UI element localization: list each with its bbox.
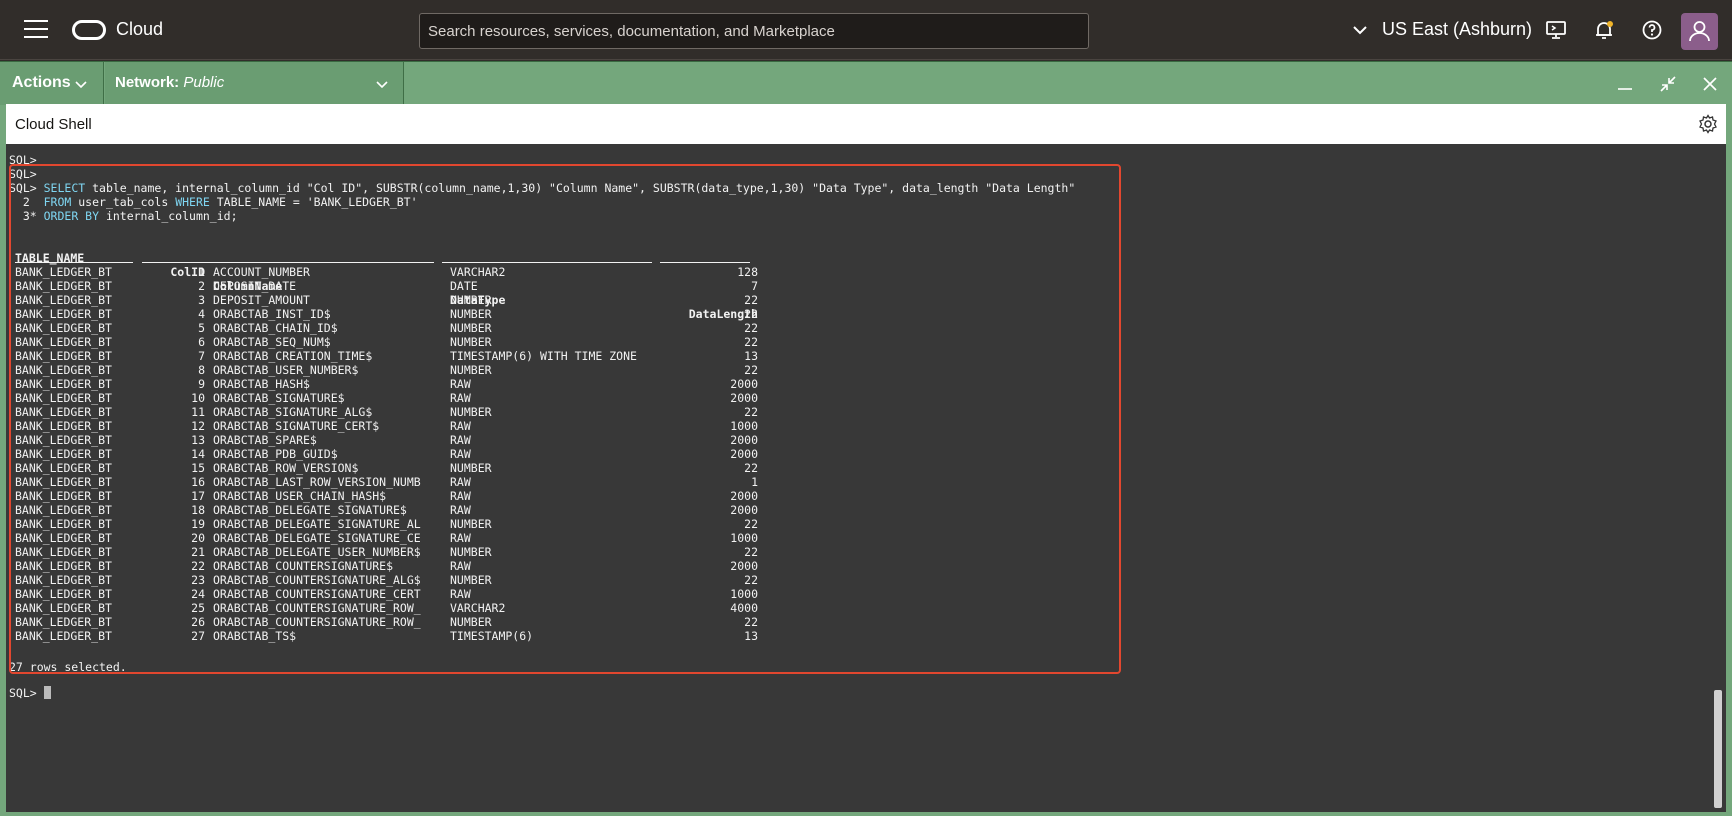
network-selector[interactable]: Network: Public xyxy=(105,62,404,105)
chevron-down-icon[interactable] xyxy=(1352,22,1368,38)
prompt: SQL> xyxy=(9,686,44,700)
network-value: Public xyxy=(183,74,225,91)
cloud-shell-icon[interactable] xyxy=(1545,19,1567,41)
brand-name[interactable]: Cloud xyxy=(116,19,163,40)
terminal-scrollbar[interactable] xyxy=(1714,690,1722,808)
gear-icon[interactable] xyxy=(1698,114,1718,134)
actions-label: Actions xyxy=(12,74,71,91)
minimize-icon[interactable] xyxy=(1615,74,1635,94)
oracle-logo-icon[interactable] xyxy=(72,20,106,40)
region-selector[interactable]: US East (Ashburn) xyxy=(1382,19,1532,40)
terminal-prompt[interactable]: SQL> xyxy=(9,686,51,700)
network-label: Network: xyxy=(115,74,180,91)
bell-icon[interactable] xyxy=(1593,19,1615,41)
help-icon[interactable] xyxy=(1641,19,1663,41)
restore-icon[interactable] xyxy=(1658,74,1678,94)
chevron-down-icon xyxy=(376,81,388,89)
actions-menu-button[interactable]: Actions xyxy=(0,62,104,105)
terminal-cursor xyxy=(43,686,51,699)
cloud-shell-title: Cloud Shell xyxy=(15,116,92,133)
shell-frame-bottom xyxy=(0,812,1732,816)
menu-icon[interactable] xyxy=(24,20,48,40)
user-avatar-icon[interactable] xyxy=(1681,13,1718,50)
chevron-down-icon xyxy=(75,81,87,89)
cloud-shell-toolbar: Actions Network: Public xyxy=(0,61,1732,105)
cloud-shell-title-bar: Cloud Shell xyxy=(6,104,1726,144)
top-navigation-bar: Cloud Search resources, services, docume… xyxy=(0,0,1732,60)
search-input[interactable]: Search resources, services, documentatio… xyxy=(419,13,1089,49)
close-icon[interactable] xyxy=(1700,74,1720,94)
shell-frame-right xyxy=(1726,61,1732,816)
highlight-box xyxy=(9,164,1121,674)
